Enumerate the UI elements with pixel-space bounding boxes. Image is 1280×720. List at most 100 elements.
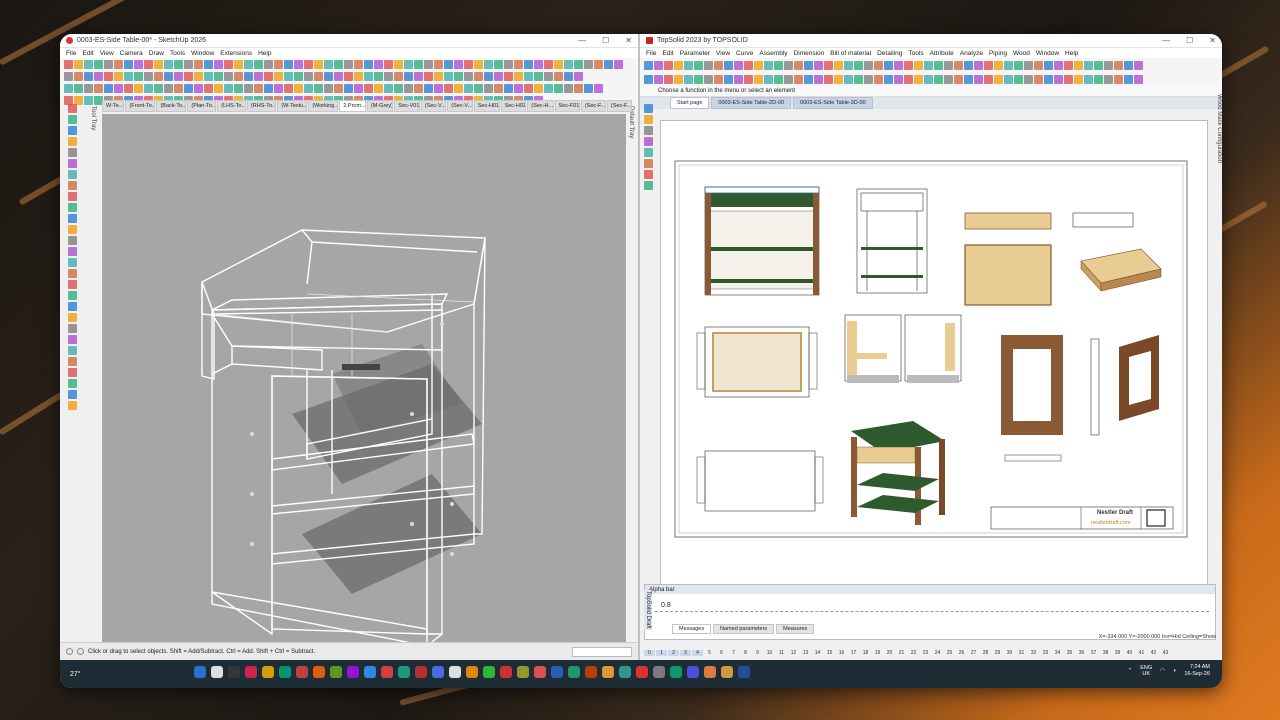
layer-button[interactable]: 14 [812, 650, 823, 656]
layer-button[interactable]: 39 [1112, 650, 1123, 656]
toolbar-tool-icon[interactable] [524, 59, 533, 69]
menu-extensions[interactable]: Extensions [220, 50, 252, 57]
scene-tab[interactable]: (Sec-V... [447, 100, 473, 112]
toolbar-tool-icon[interactable] [834, 74, 843, 84]
toolbar-tool-icon[interactable] [324, 59, 333, 69]
toolbar-tool-icon[interactable] [794, 60, 803, 70]
toolbar-tool-icon[interactable] [234, 71, 243, 81]
maximize-button[interactable]: ☐ [602, 36, 609, 45]
toolbar-tool-icon[interactable] [554, 71, 563, 81]
toolbar-tool-icon[interactable] [464, 83, 473, 93]
toolbar-tool-icon[interactable] [434, 71, 443, 81]
taskbar-app-icon[interactable] [551, 666, 563, 678]
toolbar-tool-icon[interactable] [464, 59, 473, 69]
scene-tab[interactable]: (Sec-H... [527, 100, 554, 112]
scene-tab[interactable]: (Back-To... [156, 100, 187, 112]
toolbar-tool-icon[interactable] [364, 71, 373, 81]
drawing-tool-icon[interactable] [67, 159, 77, 168]
toolbar-tool-icon[interactable] [194, 83, 203, 93]
menu-camera[interactable]: Camera [120, 50, 143, 57]
drawing-tool-icon[interactable] [67, 104, 77, 113]
toolbar-tool-icon[interactable] [734, 74, 743, 84]
toolbar-tool-icon[interactable] [894, 60, 903, 70]
layer-button[interactable]: 29 [992, 650, 1003, 656]
toolbar-tool-icon[interactable] [154, 71, 163, 81]
toolbar-tool-icon[interactable] [514, 71, 523, 81]
toolbar-tool-icon[interactable] [474, 71, 483, 81]
chevron-up-icon[interactable]: ⌃ [1128, 668, 1133, 674]
toolbar-tool-icon[interactable] [374, 83, 383, 93]
layer-button[interactable]: 21 [896, 650, 907, 656]
toolbar-tool-icon[interactable] [1134, 60, 1143, 70]
drawing-tool-icon[interactable] [67, 269, 77, 278]
ts-menu-item[interactable]: Edit [662, 50, 673, 57]
drawing-tool-icon[interactable] [67, 137, 77, 146]
layer-button[interactable]: 42 [1148, 650, 1159, 656]
layer-button[interactable]: 30 [1004, 650, 1015, 656]
toolbar-tool-icon[interactable] [134, 71, 143, 81]
layer-button[interactable]: 13 [800, 650, 811, 656]
toolbar-tool-icon[interactable] [134, 83, 143, 93]
drawing-tool-icon[interactable] [67, 324, 77, 333]
toolbar-tool-icon[interactable] [414, 71, 423, 81]
layer-button[interactable]: 34 [1052, 650, 1063, 656]
toolbar-tool-icon[interactable] [184, 83, 193, 93]
drawing-tool-icon[interactable] [67, 214, 77, 223]
layer-button[interactable]: 3 [680, 650, 691, 656]
toolbar-tool-icon[interactable] [734, 60, 743, 70]
toolbar-tool-icon[interactable] [924, 60, 933, 70]
toolbar-tool-icon[interactable] [1004, 60, 1013, 70]
layer-button[interactable]: 41 [1136, 650, 1147, 656]
taskbar-app-icon[interactable] [466, 666, 478, 678]
toolbar-tool-icon[interactable] [924, 74, 933, 84]
drawing-tool-icon[interactable] [67, 313, 77, 322]
toolbar-tool-icon[interactable] [264, 83, 273, 93]
toolbar-tool-icon[interactable] [244, 59, 253, 69]
toolbar-tool-icon[interactable] [254, 59, 263, 69]
toolbar-tool-icon[interactable] [274, 59, 283, 69]
toolbar-tool-icon[interactable] [264, 59, 273, 69]
menu-draw[interactable]: Draw [149, 50, 164, 57]
toolbar-tool-icon[interactable] [144, 59, 153, 69]
taskbar-app-icon[interactable] [721, 666, 733, 678]
toolbar-tool-icon[interactable] [764, 60, 773, 70]
scene-tab[interactable]: (Front-To... [125, 100, 156, 112]
toolbar-tool-icon[interactable] [84, 83, 93, 93]
toolbar-tool-icon[interactable] [64, 59, 73, 69]
toolbar-tool-icon[interactable] [584, 83, 593, 93]
toolbar-tool-icon[interactable] [564, 59, 573, 69]
measurements-box[interactable] [572, 646, 632, 657]
toolbar-tool-icon[interactable] [524, 71, 533, 81]
toolbar-tool-icon[interactable] [1104, 60, 1113, 70]
scene-tab[interactable]: Sec-F01 [554, 100, 580, 112]
toolbar-tool-icon[interactable] [444, 71, 453, 81]
toolbar-tool-icon[interactable] [824, 60, 833, 70]
scene-tab[interactable]: (LHS-To... [217, 100, 246, 112]
toolbar-tool-icon[interactable] [174, 59, 183, 69]
toolbar-tool-icon[interactable] [114, 71, 123, 81]
menu-window[interactable]: Window [191, 50, 214, 57]
toolbar-tool-icon[interactable] [524, 83, 533, 93]
taskbar-app-icon[interactable] [432, 666, 444, 678]
toolbar-tool-icon[interactable] [224, 59, 233, 69]
toolbar-tool-icon[interactable] [994, 74, 1003, 84]
toolbar-tool-icon[interactable] [784, 60, 793, 70]
toolbar-tool-icon[interactable] [314, 83, 323, 93]
toolbar-tool-icon[interactable] [74, 83, 83, 93]
toolbar-tool-icon[interactable] [824, 74, 833, 84]
toolbar-tool-icon[interactable] [1094, 74, 1103, 84]
toolbar-tool-icon[interactable] [204, 71, 213, 81]
toolbar-tool-icon[interactable] [854, 60, 863, 70]
tab-named-parameters[interactable]: Named parameters [713, 623, 775, 634]
toolbar-tool-icon[interactable] [444, 59, 453, 69]
toolbar-tool-icon[interactable] [834, 60, 843, 70]
toolbar-tool-icon[interactable] [604, 59, 613, 69]
toolbar-tool-icon[interactable] [484, 59, 493, 69]
toolbar-tool-icon[interactable] [854, 74, 863, 84]
toolbar-tool-icon[interactable] [434, 83, 443, 93]
toolbar-tool-icon[interactable] [794, 74, 803, 84]
close-button[interactable]: ✕ [625, 36, 632, 45]
toolbar-tool-icon[interactable] [184, 59, 193, 69]
drawing-tool-icon[interactable] [67, 258, 77, 267]
taskbar-app-icon[interactable] [279, 666, 291, 678]
